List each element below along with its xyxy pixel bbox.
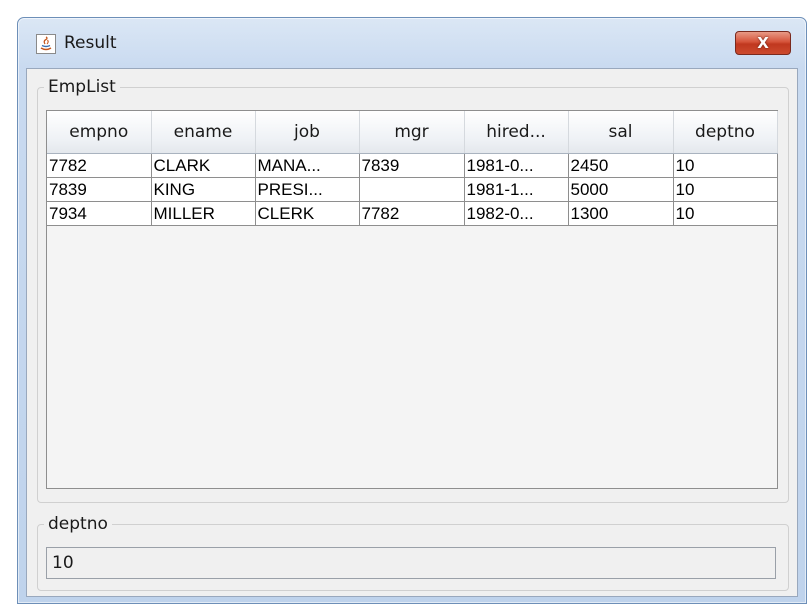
table-cell[interactable]: 7782 [47,153,152,178]
table-cell[interactable]: PRESI... [255,177,360,202]
table-cell[interactable]: 10 [673,201,778,226]
title-bar[interactable]: Result X [18,18,806,68]
result-window: Result X EmpList empno ename job mgr hir… [17,17,807,604]
column-header-job[interactable]: job [255,111,360,154]
table-cell[interactable]: MANA... [255,153,360,178]
emp-table-scrollpane[interactable]: empno ename job mgr hired... sal deptno … [46,110,778,489]
emplist-legend: EmpList [44,77,120,97]
column-header-deptno[interactable]: deptno [673,111,778,154]
table-cell[interactable]: 10 [673,153,778,178]
table-cell[interactable]: CLERK [255,201,360,226]
column-header-ename[interactable]: ename [151,111,256,154]
table-cell[interactable]: 5000 [568,177,674,202]
table-row[interactable]: 7839 KING PRESI... 1981-1... 5000 10 [47,177,778,202]
table-cell[interactable]: MILLER [151,201,256,226]
column-header-hiredate[interactable]: hired... [464,111,569,154]
table-cell[interactable]: 1981-1... [464,177,569,202]
table-cell[interactable]: 7934 [47,201,152,226]
table-cell[interactable]: 1300 [568,201,674,226]
column-header-mgr[interactable]: mgr [359,111,465,154]
emp-table[interactable]: empno ename job mgr hired... sal deptno … [47,111,778,226]
table-cell[interactable]: CLARK [151,153,256,178]
column-header-empno[interactable]: empno [47,111,152,154]
column-header-sal[interactable]: sal [568,111,674,154]
emplist-group: EmpList empno ename job mgr hired... sal… [37,77,789,503]
table-cell[interactable]: 2450 [568,153,674,178]
table-row[interactable]: 7782 CLARK MANA... 7839 1981-0... 2450 1… [47,153,778,178]
window-title: Result [64,33,117,53]
table-cell[interactable]: 7839 [47,177,152,202]
table-header-row: empno ename job mgr hired... sal deptno [47,111,778,154]
table-cell[interactable]: KING [151,177,256,202]
close-icon: X [757,34,769,52]
deptno-group: deptno 10 [37,514,789,591]
table-cell[interactable]: 1982-0... [464,201,569,226]
java-app-icon [36,34,56,54]
deptno-field[interactable]: 10 [46,547,776,579]
table-cell[interactable] [359,177,465,202]
content-pane: EmpList empno ename job mgr hired... sal… [26,68,798,597]
table-cell[interactable]: 7839 [359,153,465,178]
deptno-legend: deptno [44,514,112,534]
table-cell[interactable]: 7782 [359,201,465,226]
table-cell[interactable]: 10 [673,177,778,202]
table-row[interactable]: 7934 MILLER CLERK 7782 1982-0... 1300 10 [47,201,778,226]
table-cell[interactable]: 1981-0... [464,153,569,178]
close-button[interactable]: X [735,31,791,55]
